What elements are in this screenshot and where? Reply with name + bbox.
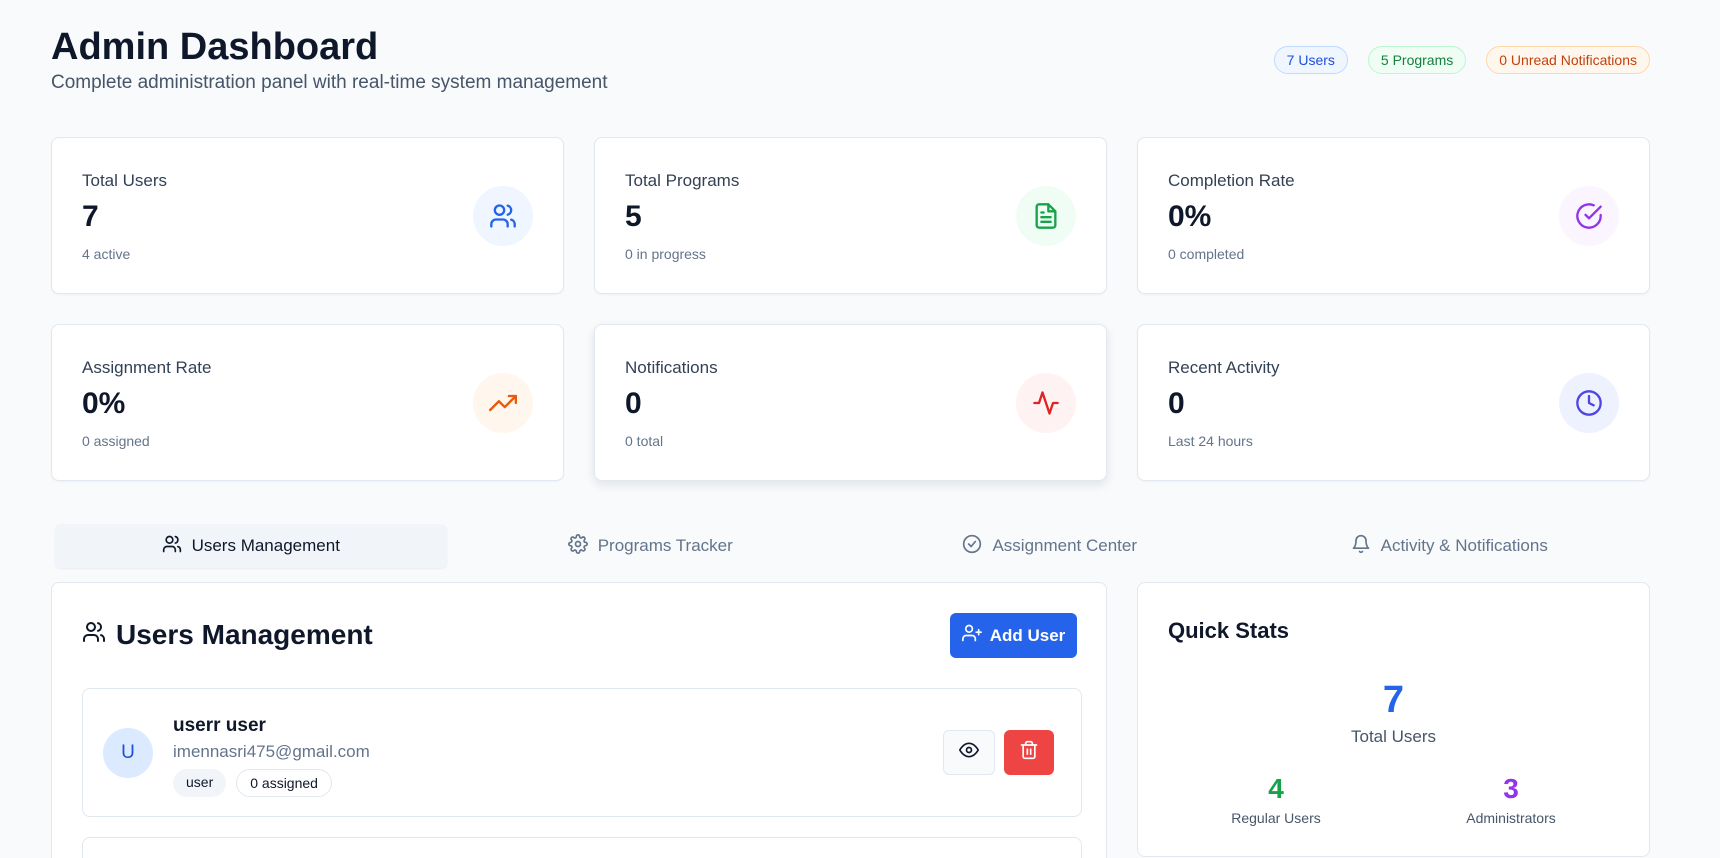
stat-sub: 0 assigned [82,433,150,449]
avatar: U [103,728,153,778]
page-subtitle: Complete administration panel with real-… [51,72,608,93]
administrators-label: Administrators [1466,810,1556,826]
view-user-button[interactable] [943,730,995,775]
tab-activity-notifications[interactable]: Activity & Notifications [1254,524,1646,568]
tab-bar: Users Management Programs Tracker Assign… [51,524,1649,568]
activity-icon [1016,373,1076,433]
stat-sub: 0 completed [1168,246,1245,262]
stat-card-total-programs: Total Programs 5 0 in progress [594,137,1107,294]
role-badge: user [173,769,227,797]
stat-label: Total Programs [625,171,740,190]
users-icon [82,619,106,651]
stat-card-completion-rate: Completion Rate 0% 0 completed [1137,137,1650,294]
stat-sub: 4 active [82,246,131,262]
bell-icon [1351,534,1371,559]
tab-label: Activity & Notifications [1380,536,1548,555]
header-badges: 7 Users 5 Programs 0 Unread Notification… [1273,46,1650,74]
stat-card-total-users: Total Users 7 4 active [51,137,564,294]
stat-sub: 0 total [625,433,664,449]
panel-title: Users Management [82,619,373,651]
stat-value: 5 [625,200,642,233]
page-header: Admin Dashboard Complete administration … [51,24,608,96]
tab-assignment-center[interactable]: Assignment Center [854,524,1246,568]
administrators-value: 3 [1503,773,1519,804]
total-users-value: 7 [1382,679,1405,721]
stat-label: Assignment Rate [82,358,212,377]
check-circle-icon [962,534,982,559]
stat-label: Total Users [82,171,168,190]
delete-user-button[interactable] [1004,730,1054,775]
stat-label: Completion Rate [1168,171,1295,190]
regular-users-label: Regular Users [1231,810,1321,826]
total-users-label: Total Users [1350,727,1437,746]
users-management-panel: Users Management Add User U userr user i… [51,582,1107,858]
file-text-icon [1016,186,1076,246]
tab-label: Assignment Center [992,536,1138,555]
users-icon [473,186,533,246]
user-list-item[interactable]: U userr user imennasri475@gmail.com user… [82,688,1082,817]
regular-users-stat: 4 Regular Users [1156,772,1396,826]
panel-title-text: Users Management [116,619,373,650]
page-title: Admin Dashboard [51,26,379,68]
tab-users-management[interactable]: Users Management [55,524,447,568]
user-plus-icon [961,623,982,648]
stat-value: 0 [625,387,642,420]
add-user-label: Add User [989,625,1066,645]
users-count-badge: 7 Users [1273,46,1348,74]
stat-value: 0% [82,387,126,420]
administrators-stat: 3 Administrators [1391,772,1631,826]
users-icon [162,534,182,559]
stat-card-notifications: Notifications 0 0 total [594,324,1107,481]
quick-stats-panel: Quick Stats 7 Total Users 4 Regular User… [1137,582,1650,857]
stat-value: 0 [1168,387,1185,420]
user-name: userr user [173,715,266,736]
stat-sub: Last 24 hours [1168,433,1253,449]
gear-icon [567,533,588,559]
tab-programs-tracker[interactable]: Programs Tracker [455,524,847,568]
stat-card-recent-activity: Recent Activity 0 Last 24 hours [1137,324,1650,481]
user-list-item[interactable] [82,837,1082,858]
tab-label: Programs Tracker [597,536,733,555]
trash-icon [1019,740,1039,765]
quick-stats-title: Quick Stats [1168,618,1290,643]
trending-up-icon [473,373,533,433]
user-email: imennasri475@gmail.com [173,742,370,761]
user-chips: user 0 assigned [173,769,332,797]
stat-label: Notifications [625,358,718,377]
stat-card-assignment-rate: Assignment Rate 0% 0 assigned [51,324,564,481]
stat-label: Recent Activity [1168,358,1280,377]
assigned-badge: 0 assigned [236,769,332,797]
regular-users-value: 4 [1268,773,1284,804]
add-user-button[interactable]: Add User [950,613,1077,658]
stat-sub: 0 in progress [625,246,706,262]
tab-label: Users Management [191,536,340,555]
notifications-count-badge: 0 Unread Notifications [1486,46,1650,74]
programs-count-badge: 5 Programs [1367,46,1467,74]
stat-value: 7 [82,200,99,233]
clock-icon [1559,373,1619,433]
stat-value: 0% [1168,200,1212,233]
check-circle-icon [1559,186,1619,246]
eye-icon [959,740,979,765]
